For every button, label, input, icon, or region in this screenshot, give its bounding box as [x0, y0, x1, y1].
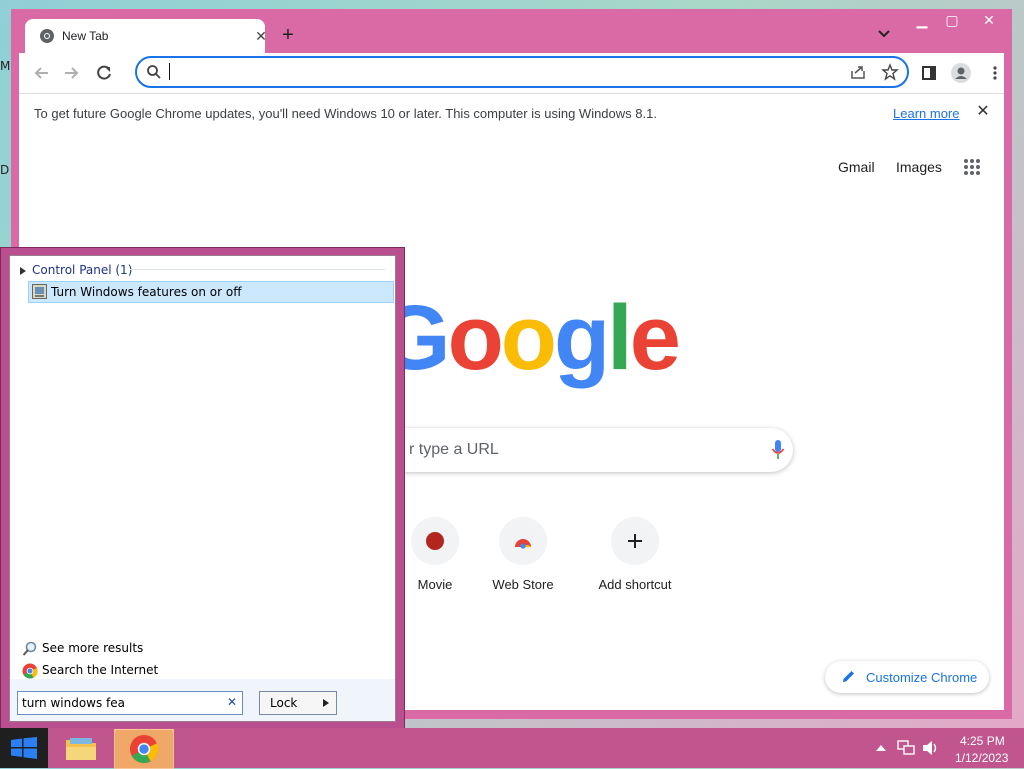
start-button[interactable] — [0, 728, 48, 768]
google-logo: Google — [379, 286, 681, 391]
ntp-search-box[interactable]: r type a URL — [349, 428, 793, 472]
clock-date[interactable]: 1/12/2023 — [955, 751, 1008, 765]
power-options-arrow-button[interactable] — [317, 691, 337, 715]
shortcut-label: Web Store — [492, 577, 554, 592]
bookmark-star-icon[interactable] — [881, 63, 899, 81]
lock-button[interactable]: Lock — [259, 691, 319, 715]
tab-close-icon[interactable]: ✕ — [253, 28, 269, 44]
desktop-icon-label-d: D — [0, 163, 10, 177]
text-cursor — [169, 63, 170, 80]
share-icon[interactable] — [849, 63, 867, 81]
back-arrow-icon[interactable] — [31, 62, 53, 84]
logo-letter: e — [629, 287, 681, 389]
chrome-logo-icon — [22, 663, 38, 679]
close-window-button[interactable]: ✕ — [967, 9, 1011, 31]
chrome-logo-icon — [129, 734, 159, 764]
learn-more-link[interactable]: Learn more — [893, 106, 959, 121]
customize-chrome-label: Customize Chrome — [866, 670, 978, 685]
see-more-results-link[interactable]: See more results — [22, 641, 152, 657]
logo-letter: o — [500, 287, 557, 389]
show-hidden-icons-icon[interactable] — [876, 744, 886, 752]
chrome-taskbar-button[interactable] — [114, 729, 174, 769]
customize-chrome-button[interactable]: Customize Chrome — [825, 661, 989, 693]
start-search-bar: ✕ Lock — [9, 679, 396, 722]
start-search-panel: Control Panel (1) Turn Windows features … — [0, 247, 405, 729]
tab-new-tab[interactable]: New Tab ✕ — [25, 19, 267, 53]
address-bar[interactable] — [135, 56, 909, 88]
see-more-results-label: See more results — [42, 641, 144, 655]
shortcut-icon-bg — [611, 517, 659, 565]
taskbar: 4:25 PM 1/12/2023 — [0, 728, 1024, 769]
pencil-icon — [843, 671, 854, 682]
volume-icon[interactable] — [922, 740, 940, 756]
lock-button-label: Lock — [270, 696, 298, 710]
movie-site-icon — [426, 532, 444, 550]
profile-avatar-icon[interactable] — [951, 63, 971, 83]
clock-time[interactable]: 4:25 PM — [960, 734, 1005, 748]
google-apps-icon[interactable] — [963, 158, 981, 176]
toolbar — [19, 53, 1004, 93]
reload-icon[interactable] — [93, 62, 115, 84]
desktop-icon-label-m: M — [0, 59, 11, 73]
folder-icon — [66, 738, 96, 760]
logo-letter: o — [447, 287, 504, 389]
infobar-message: To get future Google Chrome updates, you… — [34, 106, 657, 121]
search-result-item[interactable]: Turn Windows features on or off — [28, 281, 394, 303]
web-store-icon — [515, 539, 531, 549]
arrow-right-icon — [323, 699, 329, 707]
forward-arrow-icon[interactable] — [60, 62, 82, 84]
plus-icon — [628, 534, 642, 548]
side-panel-icon[interactable] — [921, 65, 937, 81]
minimize-button[interactable]: ▁ — [907, 9, 937, 31]
update-infobar: To get future Google Chrome updates, you… — [19, 93, 1004, 135]
search-result-label: Turn Windows features on or off — [51, 285, 242, 299]
shortcut-label: Add shortcut — [598, 577, 672, 592]
new-tab-button[interactable]: + — [279, 25, 297, 45]
shortcut-tile[interactable]: Web Store — [467, 509, 579, 599]
tab-search-chevron-icon[interactable] — [877, 27, 891, 41]
shortcut-icon-bg — [499, 517, 547, 565]
group-divider — [130, 269, 385, 270]
windows-features-icon — [32, 284, 47, 299]
close-icon[interactable]: ✕ — [974, 103, 992, 121]
search-placeholder: r type a URL — [409, 441, 499, 458]
address-input[interactable] — [171, 63, 835, 83]
maximize-button[interactable]: ▢ — [937, 9, 967, 31]
windows-logo-icon — [11, 737, 37, 759]
microphone-icon[interactable] — [771, 439, 785, 461]
clear-search-icon[interactable]: ✕ — [224, 694, 240, 710]
tab-strip: New Tab ✕ + ▁ ▢ ✕ — [11, 9, 1012, 53]
start-search-input[interactable] — [22, 695, 217, 711]
start-search-field[interactable]: ✕ — [17, 691, 243, 715]
magnifier-icon — [22, 641, 37, 656]
gmail-link[interactable]: Gmail — [838, 159, 875, 175]
add-shortcut-tile[interactable]: Add shortcut — [579, 509, 691, 599]
expand-triangle-icon[interactable] — [20, 267, 26, 275]
chrome-favicon-icon — [40, 29, 54, 43]
logo-letter: l — [607, 287, 633, 389]
search-results-area: Control Panel (1) Turn Windows features … — [9, 255, 396, 680]
search-internet-link[interactable]: Search the Internet — [22, 663, 162, 679]
shortcut-icon-bg — [411, 517, 459, 565]
network-icon[interactable] — [897, 740, 915, 756]
logo-letter: g — [553, 287, 610, 389]
search-internet-label: Search the Internet — [42, 663, 159, 677]
result-group-header[interactable]: Control Panel (1) — [32, 263, 132, 277]
more-menu-icon[interactable] — [987, 65, 1003, 81]
tab-title: New Tab — [62, 29, 109, 43]
file-explorer-taskbar-button[interactable] — [52, 729, 110, 767]
search-icon — [147, 65, 161, 79]
images-link[interactable]: Images — [896, 159, 942, 175]
